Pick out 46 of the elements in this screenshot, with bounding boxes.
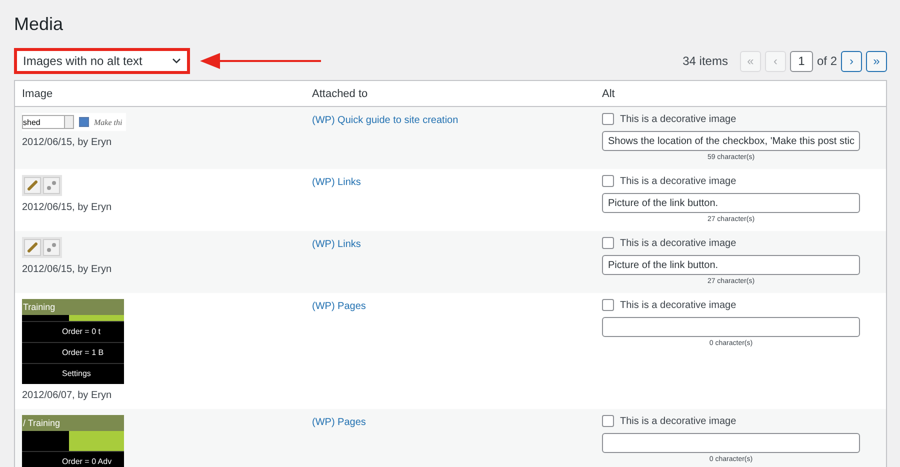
checkbox-label: This is a decorative image [620, 114, 736, 124]
thumbnail-text: Settings [22, 363, 124, 384]
dropdown-field: shed [22, 115, 74, 129]
alt-text-field[interactable] [602, 433, 860, 453]
attached-link[interactable]: (WP) Pages [312, 417, 595, 428]
item-count: 34 items [682, 54, 728, 68]
alt-text-field[interactable]: Shows the location of the checkbox, 'Make this post stic [602, 131, 860, 151]
highlight-bar [69, 431, 124, 451]
page-nav-button[interactable]: › [841, 50, 862, 72]
upload-info: 2012/06/07, by Eryn [22, 390, 113, 401]
upload-info: 2012/06/15, by Eryn [22, 202, 113, 213]
column-header: Alt [601, 88, 616, 100]
arrow-icon [200, 53, 322, 69]
page-nav-button[interactable]: » [866, 50, 887, 72]
upload-info: 2012/06/15, by Eryn [22, 137, 113, 148]
thumbnail-heading: / Training [22, 415, 124, 431]
checkbox[interactable] [602, 175, 614, 187]
checkbox[interactable] [602, 415, 614, 427]
attached-link[interactable]: (WP) Links [312, 177, 595, 188]
column-header: Image [21, 88, 54, 100]
alt-text-field[interactable]: Picture of the link button. [602, 255, 860, 275]
alt-text-field[interactable] [602, 317, 860, 337]
page-title: Media [14, 13, 64, 36]
checkbox-label: This is a decorative image [620, 416, 736, 426]
thumbnail-text: Order = 1 B [22, 342, 124, 363]
thumbnail-heading: Training [22, 299, 124, 315]
page-number-field[interactable]: 1 [790, 50, 813, 72]
checkbox[interactable] [602, 113, 614, 125]
checkbox[interactable] [602, 299, 614, 311]
chevron-down-icon [172, 58, 181, 64]
highlight-bar [69, 315, 124, 321]
upload-info: 2012/06/15, by Eryn [22, 264, 113, 275]
attached-link[interactable]: (WP) Links [312, 239, 595, 250]
checkbox-label: This is a decorative image [620, 300, 736, 310]
column-header: Attached to [311, 88, 369, 100]
attached-link[interactable]: (WP) Pages [312, 301, 595, 312]
thumbnail-text: Order = 0 t [22, 321, 124, 342]
checkbox[interactable] [602, 237, 614, 249]
alt-text-field[interactable]: Picture of the link button. [602, 193, 860, 213]
filter-dropdown[interactable]: Images with no alt text [14, 48, 190, 74]
checkbox-label: This is a decorative image [620, 238, 736, 248]
checkbox-label: This is a decorative image [620, 176, 736, 186]
checkbox-label: Make thi [94, 118, 122, 126]
thumbnail-text: Order = 0 Adv [22, 451, 124, 467]
attached-link[interactable]: (WP) Quick guide to site creation [312, 115, 595, 126]
page-total: of 2 [816, 54, 837, 68]
